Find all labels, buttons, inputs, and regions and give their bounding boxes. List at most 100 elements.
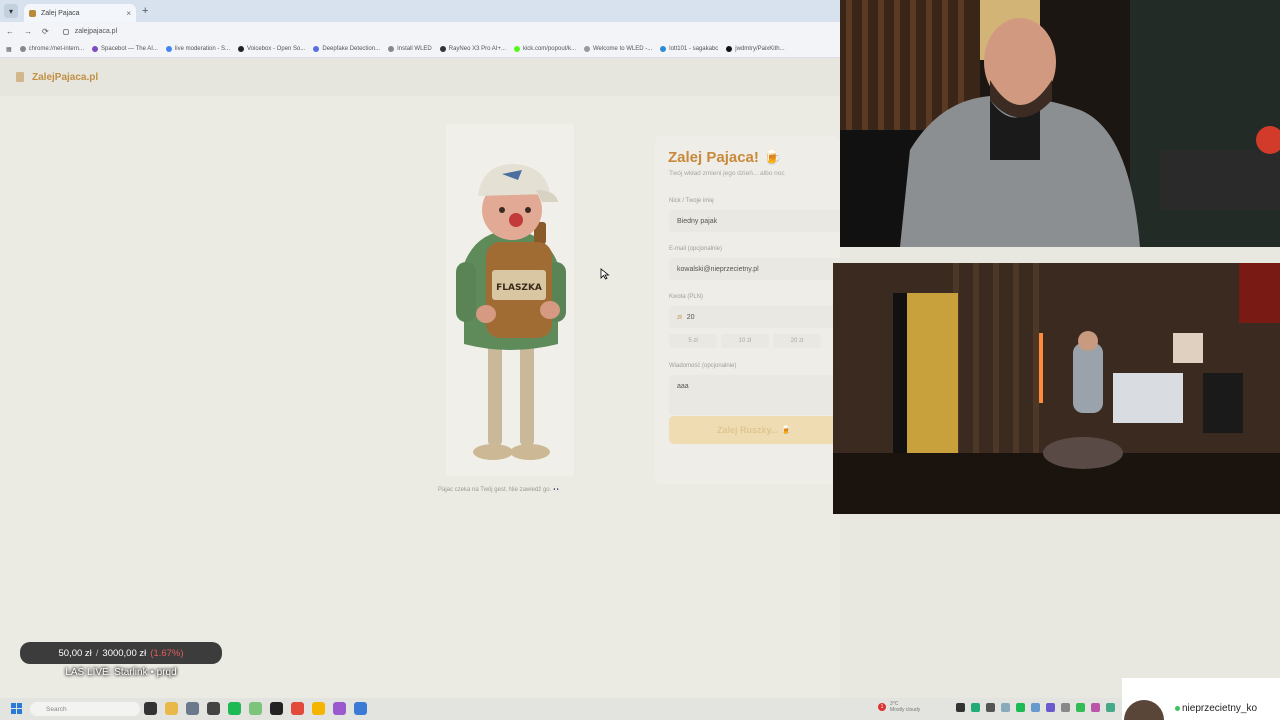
currency-symbol: zł <box>677 313 682 321</box>
bottle-label: FLASZKA <box>496 283 542 293</box>
apps-icon[interactable]: ▦ <box>6 46 12 53</box>
app-icon[interactable] <box>270 702 283 715</box>
message-textarea[interactable]: aaa <box>669 375 840 415</box>
preset-20-button[interactable]: 20 zł <box>773 334 821 348</box>
taskbar-apps <box>144 702 367 715</box>
system-tray <box>956 703 1115 712</box>
url-text: zalejpajaca.pl <box>74 28 118 35</box>
nick-label: Nick / Twoje imię <box>669 198 714 204</box>
tray-icon[interactable] <box>1106 703 1115 712</box>
bookmark-item[interactable]: Welcome to WLED -... <box>584 46 652 52</box>
bookmark-icon <box>313 46 320 52</box>
windows-start-icon[interactable] <box>11 703 22 714</box>
site-header: ZalejPajaca.pl <box>0 58 840 96</box>
form-subtitle: Twój wkład zmieni jego dzień... albo noc <box>669 170 785 177</box>
form-title: Zalej Pajaca! 🍺 <box>668 149 782 166</box>
bookmark-item[interactable]: kick.com/popout/k... <box>513 46 576 52</box>
beer-mug-icon <box>16 72 24 82</box>
bookmark-item[interactable]: Voicebox - Open So... <box>238 46 305 52</box>
amount-input[interactable]: zł 20 <box>669 306 840 328</box>
forward-icon[interactable]: → <box>24 27 32 36</box>
browser-tab[interactable]: Zalej Pajaca × <box>24 4 136 22</box>
back-icon[interactable]: ← <box>6 27 14 36</box>
donation-goal: 3000,00 zł <box>102 647 147 659</box>
amount-presets: 5 zł 10 zł 20 zł <box>669 334 840 348</box>
preset-10-button[interactable]: 10 zł <box>721 334 769 348</box>
tray-icon[interactable] <box>971 703 980 712</box>
donation-current: 50,00 zł <box>58 647 92 659</box>
nick-input[interactable]: Biedny pajak <box>669 210 840 232</box>
tab-search-icon[interactable]: ▾ <box>4 4 18 18</box>
bookmark-icon <box>726 46 733 52</box>
tray-icon[interactable] <box>956 703 965 712</box>
mouse-cursor-icon <box>600 268 610 280</box>
task-view-icon[interactable] <box>144 702 157 715</box>
bookmark-item[interactable]: Deepfake Detection... <box>313 46 380 52</box>
tray-icon[interactable] <box>1016 703 1025 712</box>
close-tab-icon[interactable]: × <box>126 9 131 18</box>
tray-icon[interactable] <box>1061 703 1070 712</box>
amount-value: 20 <box>686 313 695 321</box>
webcam-face-feed <box>840 0 1280 247</box>
donation-form: Zalej Pajaca! 🍺 Twój wkład zmieni jego d… <box>655 136 840 484</box>
bookmark-icon <box>165 46 172 52</box>
file-explorer-icon[interactable] <box>165 702 178 715</box>
donation-goal-bar: 50,00 zł / 3000,00 zł (1.67%) <box>20 642 222 664</box>
streamer-badge: nieprzecietny_ko <box>1122 678 1280 720</box>
app-icon[interactable] <box>354 702 367 715</box>
tray-icon[interactable] <box>1031 703 1040 712</box>
tab-title: Zalej Pajaca <box>41 9 80 17</box>
chrome-icon[interactable] <box>312 702 325 715</box>
figure-caption: Pajac czeka na Twój gest. Nie zawiedź go… <box>438 487 561 493</box>
submit-button[interactable]: Zalej Ruszky... 🍺 <box>669 416 840 444</box>
taskbar: Search 1 3°C Mostly cloudy <box>0 698 1280 720</box>
tray-icon[interactable] <box>986 703 995 712</box>
tray-icon[interactable] <box>1076 703 1085 712</box>
amount-label: Kwota (PLN) <box>669 294 704 300</box>
app-icon[interactable] <box>291 702 304 715</box>
notification-badge: 1 <box>878 703 886 711</box>
donation-percent: (1.67%) <box>150 647 184 659</box>
url-field[interactable]: zalejpajaca.pl <box>62 28 118 35</box>
clown-figure-image: FLASZKA <box>446 124 574 476</box>
bookmark-item[interactable]: chrome://net-intern... <box>19 46 84 52</box>
bookmark-item[interactable]: jwdmtry/PaixKith... <box>726 46 785 52</box>
online-indicator-icon <box>1175 706 1180 711</box>
site-logo[interactable]: ZalejPajaca.pl <box>32 72 98 83</box>
streamer-username: nieprzecietny_ko <box>1182 703 1258 714</box>
new-tab-button[interactable]: + <box>142 5 148 17</box>
web-page: ZalejPajaca.pl FLASZKA Pajac czeka na Tw… <box>0 58 840 698</box>
bookmark-icon <box>238 46 244 52</box>
bookmark-item[interactable]: live moderation - S... <box>165 46 230 52</box>
bookmark-item[interactable]: Install WLED <box>388 46 432 52</box>
clown-figure-illustration: FLASZKA <box>456 164 566 460</box>
webcam-face-overlay <box>840 0 1280 247</box>
weather-widget[interactable]: 1 3°C Mostly cloudy <box>878 701 920 713</box>
bookmark-icon <box>388 46 395 52</box>
favicon-icon <box>29 9 36 17</box>
bookmark-item[interactable]: lott101 - sagakabc <box>660 46 718 52</box>
email-input[interactable]: kowalski@nieprzecietny.pl <box>669 258 840 280</box>
preset-5-button[interactable]: 5 zł <box>669 334 717 348</box>
terminal-icon[interactable] <box>207 702 220 715</box>
tray-icon[interactable] <box>1046 703 1055 712</box>
app-icon[interactable] <box>186 702 199 715</box>
bookmark-icon <box>439 46 446 52</box>
app-icon[interactable] <box>249 702 262 715</box>
message-label: Wiadomość (opcjonalnie) <box>669 363 737 369</box>
tray-icon[interactable] <box>1001 703 1010 712</box>
bookmark-item[interactable]: RayNeo X3 Pro AI+... <box>439 46 506 52</box>
bookmark-icon <box>584 46 590 52</box>
taskbar-search[interactable]: Search <box>30 702 140 716</box>
search-placeholder: Search <box>46 705 67 713</box>
email-label: E-mail (opcjonalnie) <box>669 246 723 252</box>
tray-icon[interactable] <box>1091 703 1100 712</box>
bookmark-item[interactable]: Spacebot — The AI... <box>92 46 158 52</box>
spotify-icon[interactable] <box>228 702 241 715</box>
app-icon[interactable] <box>333 702 346 715</box>
reload-icon[interactable]: ⟳ <box>42 27 49 36</box>
bookmarks-bar: ▦ chrome://net-intern... Spacebot — The … <box>0 41 840 58</box>
webcam-room-feed <box>833 263 1280 514</box>
site-info-icon[interactable] <box>62 28 69 35</box>
donation-separator: / <box>95 647 99 659</box>
